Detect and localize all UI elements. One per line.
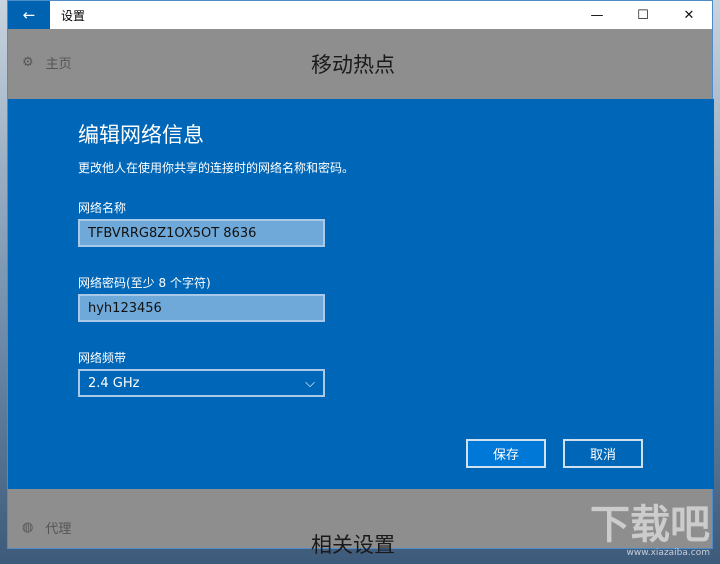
dialog-description: 更改他人在使用你共享的连接时的网络名称和密码。: [78, 161, 355, 175]
network-password-input[interactable]: [78, 294, 325, 322]
maximize-button[interactable]: ☐: [620, 1, 666, 29]
minimize-button[interactable]: —: [574, 1, 620, 29]
globe-icon: ◍: [22, 520, 34, 535]
network-name-input[interactable]: [78, 219, 325, 247]
settings-window: ← 设置 — ☐ ✕ ⚙ 主页 移动热点 ◍ 代理 相关设置 编辑网络信息 更改…: [7, 0, 714, 557]
title-bar: ← 设置 — ☐ ✕: [8, 1, 712, 29]
chevron-down-icon: ⌵: [305, 375, 315, 391]
network-band-label: 网络频带: [78, 351, 127, 365]
network-password-label: 网络密码(至少 8 个字符): [78, 276, 211, 290]
band-value: 2.4 GHz: [88, 375, 140, 391]
dialog-title: 编辑网络信息: [78, 123, 204, 147]
gear-icon: ⚙: [22, 55, 34, 70]
watermark-logo: 下载吧: [590, 502, 710, 548]
window-title: 设置: [61, 8, 86, 23]
close-button[interactable]: ✕: [666, 1, 712, 29]
sidebar-item-home[interactable]: ⚙ 主页: [22, 53, 72, 72]
edit-network-dialog: 编辑网络信息 更改他人在使用你共享的连接时的网络名称和密码。 网络名称 网络密码…: [8, 99, 714, 489]
back-button[interactable]: ←: [8, 1, 50, 29]
cancel-button[interactable]: 取消: [563, 439, 643, 468]
related-settings-heading: 相关设置: [311, 533, 395, 557]
sidebar-item-proxy[interactable]: ◍ 代理: [22, 518, 71, 537]
network-name-label: 网络名称: [78, 201, 127, 215]
save-button[interactable]: 保存: [466, 439, 546, 468]
network-band-select[interactable]: 2.4 GHz ⌵: [78, 369, 325, 397]
sidebar-item-label: 主页: [45, 57, 72, 72]
page-title: 移动热点: [311, 53, 395, 77]
watermark-url: www.xiazaiba.com: [626, 548, 710, 558]
sidebar-item-label: 代理: [45, 522, 72, 537]
